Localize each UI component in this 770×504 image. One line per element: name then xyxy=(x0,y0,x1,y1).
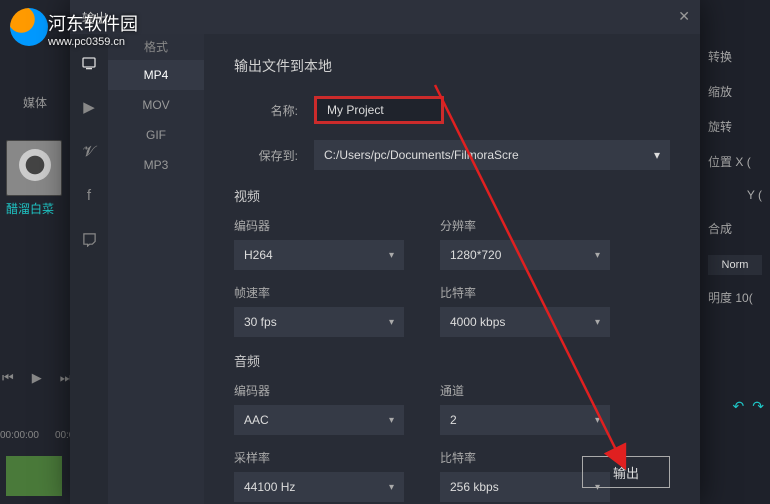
audio-encoder-select[interactable]: AAC▾ xyxy=(234,405,404,435)
chevron-down-icon: ▾ xyxy=(389,482,394,493)
media-thumbnail[interactable] xyxy=(6,140,62,196)
audio-encoder-label: 编码器 xyxy=(234,382,404,399)
scale-label: 缩放 xyxy=(708,83,762,100)
save-path-value: C:/Users/pc/Documents/FilmoraScre xyxy=(324,148,519,162)
audio-heading: 音频 xyxy=(234,351,670,370)
export-dialog: 输出 ✕ ▶ 𝓥 f 格式 MP4 MOV GIF MP3 输出文件到本地 名称… xyxy=(70,0,700,504)
format-mp4[interactable]: MP4 xyxy=(108,60,204,90)
chevron-down-icon: ▾ xyxy=(389,317,394,328)
thumbnail-caption: 醋溜白菜 xyxy=(6,200,54,217)
media-label: 媒体 xyxy=(0,94,70,111)
samplerate-label: 采样率 xyxy=(234,449,404,466)
format-mov[interactable]: MOV xyxy=(108,90,204,120)
section-title: 输出文件到本地 xyxy=(234,56,670,76)
position-label: 位置 X ( xyxy=(708,153,762,170)
vimeo-tab-icon[interactable]: 𝓥 xyxy=(80,142,98,160)
chevron-down-icon: ▾ xyxy=(389,250,394,261)
playback-controls: ⏮ ▶ ⏭ xyxy=(2,370,71,386)
video-bitrate-label: 比特率 xyxy=(440,284,610,301)
dialog-title: 输出 xyxy=(82,8,108,27)
name-label: 名称: xyxy=(234,102,314,119)
chevron-down-icon: ▾ xyxy=(595,250,600,261)
save-label: 保存到: xyxy=(234,147,314,164)
blend-select[interactable]: Norm xyxy=(708,255,762,275)
fps-label: 帧速率 xyxy=(234,284,404,301)
format-gif[interactable]: GIF xyxy=(108,120,204,150)
chevron-down-icon: ▾ xyxy=(389,415,394,426)
timecode: 00:00:00 xyxy=(0,430,39,441)
channel-label: 通道 xyxy=(440,382,610,399)
name-input[interactable] xyxy=(314,96,444,124)
transform-label: 转换 xyxy=(708,48,762,65)
rotate-label: 旋转 xyxy=(708,118,762,135)
undo-icon[interactable]: ↶ xyxy=(733,398,745,415)
prev-icon[interactable]: ⏮ xyxy=(2,370,14,386)
chevron-down-icon: ▾ xyxy=(654,148,660,162)
format-mp3[interactable]: MP3 xyxy=(108,150,204,180)
opacity-label: 明度 10( xyxy=(708,289,762,306)
redo-icon[interactable]: ↷ xyxy=(752,398,764,415)
save-path-select[interactable]: C:/Users/pc/Documents/FilmoraScre ▾ xyxy=(314,140,670,170)
play-icon[interactable]: ▶ xyxy=(32,370,42,386)
channel-select[interactable]: 2▾ xyxy=(440,405,610,435)
export-button[interactable]: 输出 xyxy=(582,456,670,488)
timeline-clip[interactable] xyxy=(6,456,62,496)
twitch-tab-icon[interactable] xyxy=(80,230,98,248)
video-encoder-select[interactable]: H264▾ xyxy=(234,240,404,270)
compose-label: 合成 xyxy=(708,220,762,237)
format-header: 格式 xyxy=(108,34,204,60)
resolution-label: 分辨率 xyxy=(440,217,610,234)
encoder-label: 编码器 xyxy=(234,217,404,234)
chevron-down-icon: ▾ xyxy=(595,317,600,328)
app-logo xyxy=(10,8,48,46)
resolution-select[interactable]: 1280*720▾ xyxy=(440,240,610,270)
samplerate-select[interactable]: 44100 Hz▾ xyxy=(234,472,404,502)
local-tab-icon[interactable] xyxy=(80,54,98,72)
facebook-tab-icon[interactable]: f xyxy=(80,186,98,204)
position-y: Y ( xyxy=(708,188,762,202)
chevron-down-icon: ▾ xyxy=(595,415,600,426)
close-icon[interactable]: ✕ xyxy=(678,8,690,25)
video-heading: 视频 xyxy=(234,186,670,205)
youtube-tab-icon[interactable]: ▶ xyxy=(80,98,98,116)
video-bitrate-select[interactable]: 4000 kbps▾ xyxy=(440,307,610,337)
fps-select[interactable]: 30 fps▾ xyxy=(234,307,404,337)
